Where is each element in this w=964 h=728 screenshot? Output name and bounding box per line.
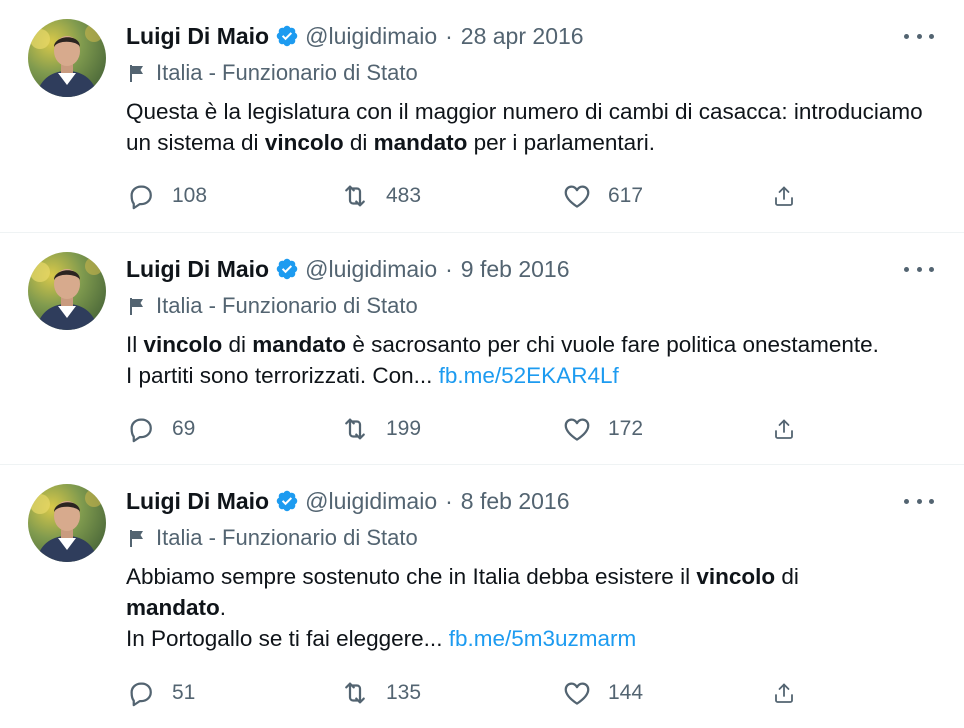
- tweet-text: Il vincolo di mandato è sacrosanto per c…: [126, 329, 940, 391]
- author-handle[interactable]: @luigidimaio: [305, 256, 437, 283]
- retweet-count: 135: [386, 681, 422, 704]
- tweet[interactable]: Luigi Di Maio @luigidimaio · 9 feb 2016: [0, 233, 964, 465]
- separator-dot: ·: [445, 255, 453, 282]
- account-label-text: Italia - Funzionario di Stato: [156, 293, 418, 318]
- reply-button[interactable]: 108: [126, 181, 340, 211]
- text-segment: di: [222, 332, 253, 357]
- separator-dot: ·: [445, 487, 453, 514]
- tweet-date[interactable]: 28 apr 2016: [461, 23, 584, 50]
- like-button[interactable]: 617: [562, 181, 772, 211]
- heart-icon: [564, 418, 590, 441]
- text-segment: I partiti sono terrorizzati. Con...: [126, 363, 439, 388]
- bold-keyword: vincolo: [264, 130, 344, 155]
- text-segment: è sacrosanto per chi vuole fare politica…: [346, 332, 879, 357]
- more-options-icon[interactable]: [904, 24, 934, 48]
- author-handle[interactable]: @luigidimaio: [305, 488, 437, 515]
- reply-count: 51: [172, 681, 196, 704]
- tweet-link[interactable]: fb.me/5m3uzmarm: [449, 626, 637, 651]
- reply-icon: [130, 185, 152, 210]
- tweet-text: Abbiamo sempre sostenuto che in Italia d…: [126, 561, 940, 654]
- retweet-icon: [345, 418, 365, 440]
- tweet-text: Questa è la legislatura con il maggior n…: [126, 96, 940, 158]
- text-segment: .: [219, 595, 227, 620]
- verified-badge-icon: [275, 24, 299, 48]
- heart-icon: [564, 185, 590, 208]
- text-segment: In Portogallo se ti fai eleggere...: [126, 626, 449, 651]
- bold-keyword: mandato: [126, 595, 220, 620]
- tweet-feed: Luigi Di Maio @luigidimaio · 28 apr 2016: [0, 0, 964, 728]
- bold-keyword: mandato: [373, 130, 468, 155]
- tweet-date[interactable]: 8 feb 2016: [461, 488, 570, 515]
- author-handle[interactable]: @luigidimaio: [305, 23, 437, 50]
- tweet-link[interactable]: fb.me/52EKAR4Lf: [439, 363, 619, 388]
- more-options-icon[interactable]: [904, 489, 934, 513]
- text-segment: Abbiamo sempre sostenuto che in Italia d…: [126, 564, 697, 589]
- like-count: 172: [608, 417, 644, 440]
- retweet-button[interactable]: 199: [340, 414, 562, 444]
- text-segment: di: [775, 564, 799, 589]
- account-label: Italia - Funzionario di Stato: [126, 293, 418, 319]
- retweet-button[interactable]: 135: [340, 678, 562, 708]
- bold-keyword: vincolo: [143, 332, 223, 357]
- author-name[interactable]: Luigi Di Maio: [126, 256, 269, 283]
- text-segment: di: [343, 130, 374, 155]
- avatar[interactable]: [28, 252, 106, 330]
- retweet-count: 199: [386, 417, 422, 440]
- retweet-count: 483: [386, 184, 422, 207]
- reply-icon: [130, 682, 152, 707]
- like-button[interactable]: 172: [562, 414, 772, 444]
- retweet-icon: [345, 682, 365, 704]
- retweet-icon: [345, 185, 365, 207]
- flag-icon: [126, 527, 148, 549]
- bold-keyword: mandato: [252, 332, 347, 357]
- share-icon: [775, 186, 793, 206]
- account-label-text: Italia - Funzionario di Stato: [156, 60, 418, 85]
- retweet-button[interactable]: 483: [340, 181, 562, 211]
- more-options-icon[interactable]: [904, 257, 934, 281]
- reply-count: 69: [172, 417, 196, 440]
- tweet-actions: 69 199 172: [126, 414, 814, 444]
- account-label: Italia - Funzionario di Stato: [126, 525, 418, 551]
- reply-button[interactable]: 51: [126, 678, 340, 708]
- tweet[interactable]: Luigi Di Maio @luigidimaio · 28 apr 2016: [0, 0, 964, 233]
- share-button[interactable]: [772, 414, 812, 444]
- like-count: 144: [608, 681, 644, 704]
- like-count: 617: [608, 184, 644, 207]
- author-name[interactable]: Luigi Di Maio: [126, 488, 269, 515]
- verified-badge-icon: [275, 257, 299, 281]
- tweet-header: Luigi Di Maio @luigidimaio · 8 feb 2016: [126, 485, 570, 517]
- tweet-actions: 51 135 144: [126, 678, 814, 708]
- flag-icon: [126, 295, 148, 317]
- share-button[interactable]: [772, 678, 812, 708]
- verified-badge-icon: [275, 489, 299, 513]
- text-segment: Il: [126, 332, 144, 357]
- like-button[interactable]: 144: [562, 678, 772, 708]
- tweet-actions: 108 483 617: [126, 181, 814, 211]
- reply-count: 108: [172, 184, 208, 207]
- account-label-text: Italia - Funzionario di Stato: [156, 525, 418, 550]
- text-segment: per i parlamentari.: [467, 130, 655, 155]
- avatar[interactable]: [28, 484, 106, 562]
- flag-icon: [126, 62, 148, 84]
- bold-keyword: vincolo: [696, 564, 776, 589]
- heart-icon: [564, 682, 590, 705]
- separator-dot: ·: [445, 22, 453, 49]
- tweet-header: Luigi Di Maio @luigidimaio · 9 feb 2016: [126, 253, 570, 285]
- tweet-header: Luigi Di Maio @luigidimaio · 28 apr 2016: [126, 20, 584, 52]
- avatar[interactable]: [28, 19, 106, 97]
- tweet[interactable]: Luigi Di Maio @luigidimaio · 8 feb 2016: [0, 465, 964, 728]
- tweet-date[interactable]: 9 feb 2016: [461, 256, 570, 283]
- reply-button[interactable]: 69: [126, 414, 340, 444]
- share-icon: [775, 419, 793, 439]
- account-label: Italia - Funzionario di Stato: [126, 60, 418, 86]
- share-icon: [775, 683, 793, 703]
- author-name[interactable]: Luigi Di Maio: [126, 23, 269, 50]
- share-button[interactable]: [772, 181, 812, 211]
- reply-icon: [130, 418, 152, 443]
